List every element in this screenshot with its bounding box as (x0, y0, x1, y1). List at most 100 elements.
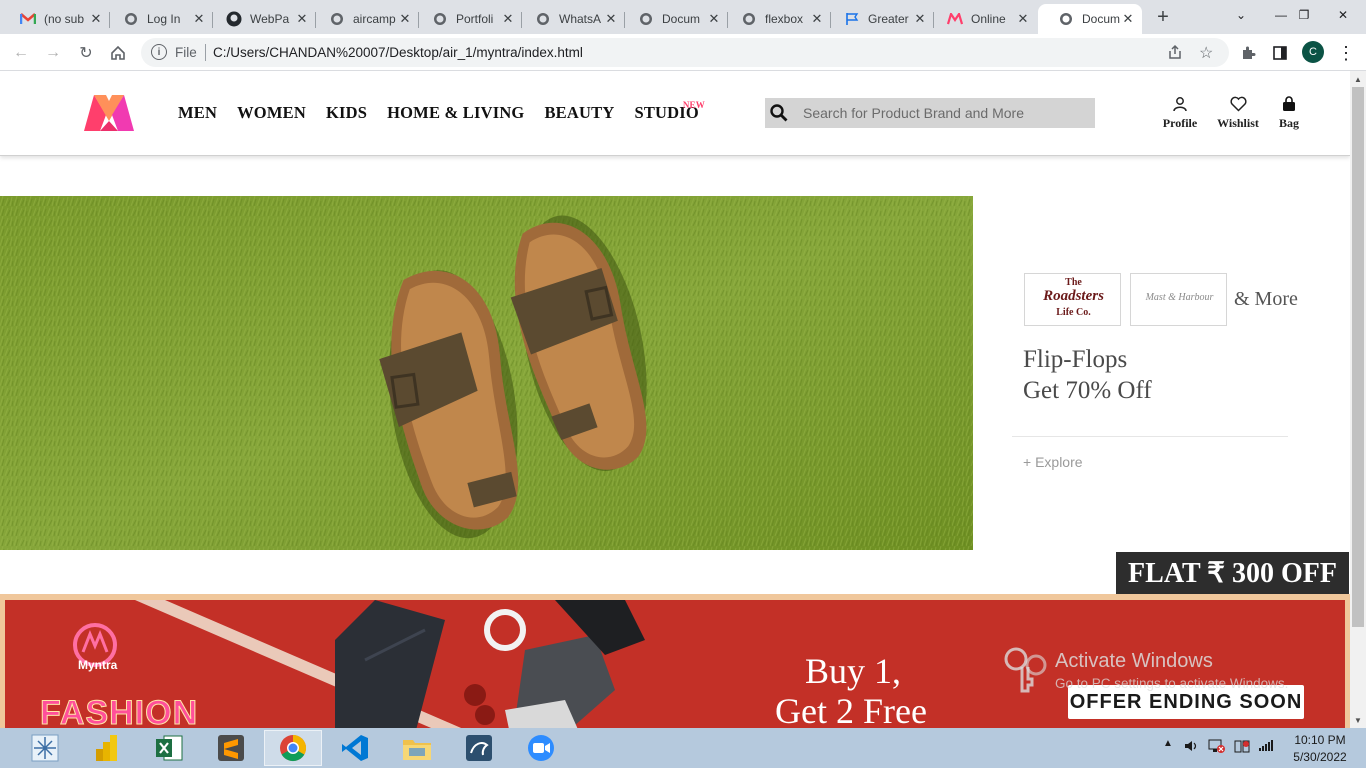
browser-tab[interactable]: WhatsA ✕ (515, 4, 625, 34)
close-icon[interactable]: ✕ (603, 11, 619, 27)
nav-beauty[interactable]: BEAUTY (544, 103, 614, 123)
nav-women[interactable]: WOMEN (237, 103, 306, 123)
battery-icon[interactable] (1233, 738, 1251, 757)
globe-icon (329, 11, 345, 27)
close-icon[interactable]: ✕ (191, 11, 207, 27)
gmail-icon (20, 11, 36, 27)
scroll-up-arrow-icon[interactable]: ▲ (1350, 71, 1366, 87)
file-explorer-icon[interactable] (388, 730, 446, 766)
browser-tab[interactable]: Portfoli ✕ (412, 4, 522, 34)
show-hidden-icons-icon[interactable]: ▲ (1163, 738, 1173, 749)
mysql-workbench-icon[interactable] (450, 730, 508, 766)
browser-tab[interactable]: Greater ✕ (824, 4, 934, 34)
system-clock[interactable]: 10:10 PM 5/30/2022 (1282, 732, 1358, 766)
search-icon[interactable] (768, 102, 790, 124)
url-text[interactable]: C:/Users/CHANDAN%20007/Desktop/air_1/myn… (213, 45, 583, 60)
close-window-button[interactable]: ✕ (1320, 0, 1366, 30)
tab-title: Portfoli (456, 12, 494, 26)
home-button[interactable] (107, 42, 129, 64)
globe-icon (638, 11, 654, 27)
globe-icon (123, 11, 139, 27)
wishlist-action[interactable]: Wishlist (1213, 95, 1263, 131)
bookmark-star-icon[interactable]: ☆ (1199, 43, 1213, 63)
extensions-button[interactable] (1237, 42, 1259, 64)
close-icon[interactable]: ✕ (706, 11, 722, 27)
fashion-sale-banner-inner: Myntra FASHION Buy 1, Get 2 Free OFFER E… (5, 600, 1345, 728)
new-badge: NEW (682, 100, 705, 110)
browser-tab[interactable]: Online ✕ (927, 4, 1037, 34)
excel-icon[interactable] (140, 730, 198, 766)
flat-off-badge[interactable]: FLAT ₹ 300 OFF (1116, 552, 1349, 594)
tab-title: flexbox (765, 12, 804, 26)
close-icon[interactable]: ✕ (912, 11, 928, 27)
bag-icon (1280, 95, 1298, 113)
promo-discount: Get 70% Off (1023, 377, 1152, 404)
scroll-down-arrow-icon[interactable]: ▼ (1350, 712, 1366, 728)
search-bar (765, 98, 1095, 128)
side-panel-button[interactable] (1269, 42, 1291, 64)
more-brands-text: & More (1234, 288, 1298, 310)
roadsters-logo[interactable]: The Roadsters Life Co. (1024, 273, 1121, 326)
sublime-text-icon[interactable] (202, 730, 260, 766)
close-icon[interactable]: ✕ (809, 11, 825, 27)
profile-action[interactable]: Profile (1160, 95, 1200, 131)
browser-tab-active[interactable]: Docum ✕ (1038, 4, 1142, 34)
explore-link[interactable]: + Explore (1023, 454, 1083, 470)
tab-title: Log In (147, 12, 181, 26)
mast-harbour-logo[interactable]: Mast & Harbour (1130, 273, 1227, 326)
power-bi-icon[interactable] (78, 730, 136, 766)
omnibox-divider (205, 44, 206, 61)
wifi-signal-icon[interactable] (1258, 738, 1274, 755)
roadsters-logo-line1: The (1065, 277, 1082, 288)
browser-tab[interactable]: flexbox ✕ (721, 4, 831, 34)
side-panel-icon (1273, 46, 1287, 60)
info-icon[interactable]: i (151, 44, 167, 60)
flip-flops-banner-image[interactable] (0, 196, 973, 550)
home-icon (111, 45, 125, 60)
windows-taskbar: ▲ 10:10 PM 5/30/2022 (0, 728, 1366, 768)
vscode-icon[interactable] (326, 730, 384, 766)
forward-button[interactable]: → (42, 42, 64, 64)
new-tab-button[interactable]: + (1152, 6, 1174, 28)
browser-tab[interactable]: Docum ✕ (618, 4, 728, 34)
buy-offer-line1: Buy 1, (805, 651, 902, 691)
close-icon[interactable]: ✕ (88, 11, 104, 27)
back-button[interactable]: ← (10, 42, 32, 64)
address-bar[interactable]: i File C:/Users/CHANDAN%20007/Desktop/ai… (141, 38, 1229, 67)
myntra-logo[interactable] (80, 91, 138, 133)
scrollbar-thumb[interactable] (1352, 87, 1364, 627)
globe-icon (432, 11, 448, 27)
windows-start-icon[interactable] (16, 730, 74, 766)
volume-icon[interactable] (1183, 738, 1199, 757)
nav-kids[interactable]: KIDS (326, 103, 367, 123)
nav-studio[interactable]: STUDIO NEW (634, 100, 704, 123)
browser-tab[interactable]: (no sub ✕ (0, 4, 110, 34)
page-scrollbar[interactable]: ▲ ▼ (1350, 71, 1366, 728)
nav-home-living[interactable]: HOME & LIVING (387, 103, 524, 123)
zoom-icon[interactable] (512, 730, 570, 766)
reload-button[interactable]: ↻ (75, 42, 97, 64)
share-icon[interactable] (1167, 44, 1183, 65)
more-menu-icon[interactable]: ⋮ (1335, 42, 1357, 64)
network-error-icon[interactable] (1208, 738, 1226, 757)
promo-panel: The Roadsters Life Co. Mast & Harbour & … (1012, 196, 1342, 550)
browser-tab[interactable]: Log In ✕ (103, 4, 213, 34)
nav-men[interactable]: MEN (178, 103, 217, 123)
bag-action[interactable]: Bag (1274, 95, 1304, 131)
close-icon[interactable]: ✕ (500, 11, 516, 27)
close-icon[interactable]: ✕ (397, 11, 413, 27)
browser-tab[interactable]: WebPa ✕ (206, 4, 316, 34)
globe-icon (1058, 11, 1074, 27)
wishlist-label: Wishlist (1217, 116, 1259, 130)
profile-avatar[interactable]: C (1302, 41, 1324, 63)
fashion-sale-banner[interactable]: Myntra FASHION Buy 1, Get 2 Free OFFER E… (0, 594, 1350, 728)
chrome-icon[interactable] (264, 730, 322, 766)
tab-title: aircamp (353, 12, 396, 26)
roadsters-logo-line3: Life Co. (1056, 307, 1091, 318)
search-input[interactable] (803, 98, 1093, 128)
close-icon[interactable]: ✕ (1120, 11, 1136, 27)
tab-title: (no sub (44, 12, 85, 26)
close-icon[interactable]: ✕ (294, 11, 310, 27)
browser-tab[interactable]: aircamp ✕ (309, 4, 419, 34)
close-icon[interactable]: ✕ (1015, 11, 1031, 27)
